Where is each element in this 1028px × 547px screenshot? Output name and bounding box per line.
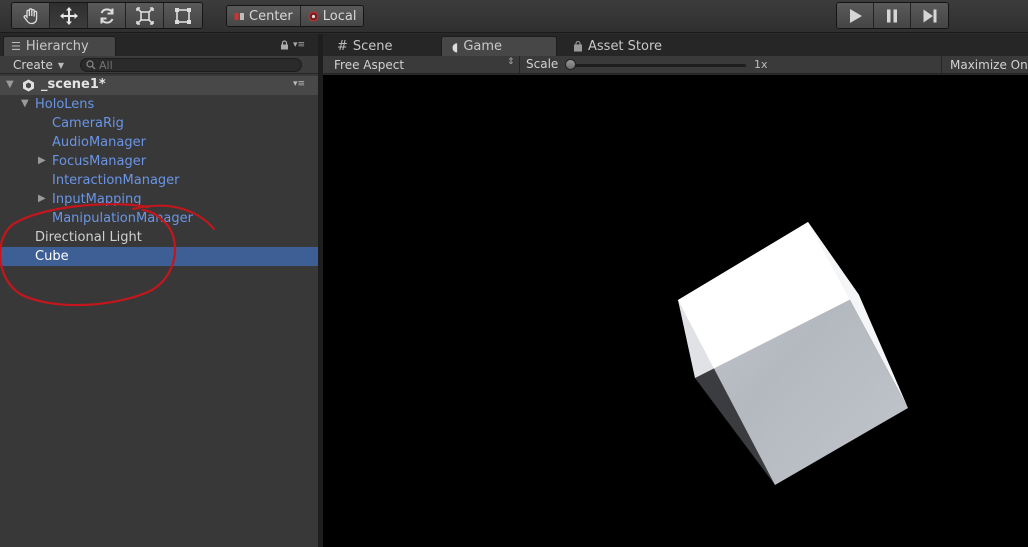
rect-tool-icon (175, 7, 191, 24)
hierarchy-controls: Create ▼ (0, 56, 318, 74)
hierarchy-tabbar: ☰ Hierarchy ▾≡ (0, 34, 318, 56)
list-item-camerarig[interactable]: CameraRig (0, 114, 318, 133)
pivot-local-icon (308, 11, 319, 21)
aspect-label: Free Aspect (334, 57, 405, 72)
list-item-label: Cube (35, 249, 69, 264)
transform-tools (11, 2, 203, 29)
unity-scene-icon (23, 79, 34, 92)
list-item-manipulationmanager[interactable]: ManipulationManager (0, 209, 318, 228)
rendered-cube (678, 222, 908, 485)
scale-slider-track[interactable] (568, 64, 746, 67)
list-item-label: HoloLens (35, 97, 95, 112)
main-toolbar: Center Local (0, 0, 1028, 33)
game-viewport[interactable] (323, 75, 1028, 547)
hierarchy-panel: ☰ Hierarchy ▾≡ Create ▼ ▼ _scene1* ▾≡ ▼ … (0, 34, 318, 547)
chevron-down-icon: ▼ (57, 60, 65, 70)
expand-arrow-icon[interactable]: ▶ (38, 155, 46, 166)
tab-asset-store[interactable]: Asset Store (563, 36, 683, 56)
list-item-hololens[interactable]: ▼ HoloLens (0, 95, 318, 114)
create-label: Create (13, 58, 53, 72)
expand-arrow-icon[interactable]: ▼ (6, 79, 14, 90)
expand-arrow-icon[interactable]: ▼ (21, 98, 29, 109)
step-icon (923, 9, 936, 22)
tab-scene[interactable]: # Scene (327, 36, 437, 56)
pause-icon (887, 9, 897, 22)
hand-icon (23, 7, 37, 24)
list-item-label: CameraRig (52, 116, 124, 131)
pivot-local-button[interactable]: Local (300, 6, 364, 26)
rotate-tool-button[interactable] (88, 3, 126, 28)
hierarchy-search[interactable] (80, 58, 302, 72)
scale-label: Scale (526, 57, 559, 71)
asset-store-tab-label: Asset Store (588, 38, 663, 54)
rect-tool-button[interactable] (164, 3, 202, 28)
pivot-local-label: Local (322, 8, 357, 24)
hand-tool-button[interactable] (12, 3, 50, 28)
pivot-center-label: Center (249, 8, 293, 24)
view-tabbar: # Scene ◖ Game Asset Store (323, 34, 1028, 56)
scale-value: 1x (754, 58, 768, 71)
hierarchy-tab-label: Hierarchy (25, 39, 89, 54)
list-item-inputmapping[interactable]: ▶ InputMapping (0, 190, 318, 209)
tab-game[interactable]: ◖ Game (441, 36, 557, 56)
scene-root-row[interactable]: ▼ _scene1* ▾≡ (0, 76, 318, 95)
scale-icon (135, 6, 154, 25)
rotate-icon (100, 7, 113, 24)
game-tab-label: Game (463, 39, 503, 54)
maximize-label: Maximize On Play (950, 57, 1028, 72)
updown-arrow-icon: ⇕ (507, 57, 515, 67)
maximize-on-play-toggle[interactable]: Maximize On Play (941, 56, 1028, 73)
scene-name: _scene1* (41, 77, 106, 92)
list-icon: ☰ (11, 40, 21, 53)
list-item-directional-light[interactable]: Directional Light (0, 228, 318, 247)
move-arrows-icon (59, 6, 78, 25)
shopping-bag-icon (574, 40, 582, 51)
create-dropdown[interactable]: Create ▼ (4, 57, 73, 73)
scale-slider-thumb[interactable] (565, 59, 576, 70)
move-tool-button[interactable] (50, 3, 88, 28)
grid-icon: # (337, 38, 348, 54)
pause-button[interactable] (874, 3, 911, 28)
list-item-cube[interactable]: Cube (0, 247, 318, 266)
list-item-interactionmanager[interactable]: InteractionManager (0, 171, 318, 190)
game-view-toolbar: Free Aspect ⇕ Scale 1x Maximize On Play (323, 56, 1028, 74)
pivot-center-icon (234, 12, 244, 20)
tab-hierarchy[interactable]: ☰ Hierarchy (3, 36, 116, 56)
pivot-center-button[interactable]: Center (227, 6, 301, 26)
play-button[interactable] (837, 3, 874, 28)
list-item-label: Directional Light (35, 230, 142, 245)
scene-tab-label: Scene (352, 38, 393, 54)
step-button[interactable] (911, 3, 948, 28)
search-input[interactable] (99, 58, 289, 72)
list-item-label: InteractionManager (52, 173, 180, 188)
pivot-toggles: Center Local (226, 5, 365, 27)
panel-menu-icon: ▾≡ (293, 40, 306, 50)
playback-controls (836, 2, 949, 29)
list-item-label: ManipulationManager (52, 211, 193, 226)
list-item-focusmanager[interactable]: ▶ FocusManager (0, 152, 318, 171)
list-item-label: AudioManager (52, 135, 146, 150)
search-icon (86, 60, 96, 70)
play-icon (850, 8, 862, 23)
scale-tool-button[interactable] (126, 3, 164, 28)
list-item-label: FocusManager (52, 154, 147, 169)
hierarchy-tab-options[interactable]: ▾≡ (280, 40, 305, 50)
expand-arrow-icon[interactable]: ▶ (38, 193, 46, 204)
lock-icon (281, 40, 288, 50)
scene-menu-icon[interactable]: ▾≡ (293, 79, 305, 89)
list-item-audiomanager[interactable]: AudioManager (0, 133, 318, 152)
pacman-icon: ◖ (452, 39, 459, 54)
aspect-dropdown[interactable]: Free Aspect ⇕ (323, 56, 520, 73)
list-item-label: InputMapping (52, 192, 142, 207)
